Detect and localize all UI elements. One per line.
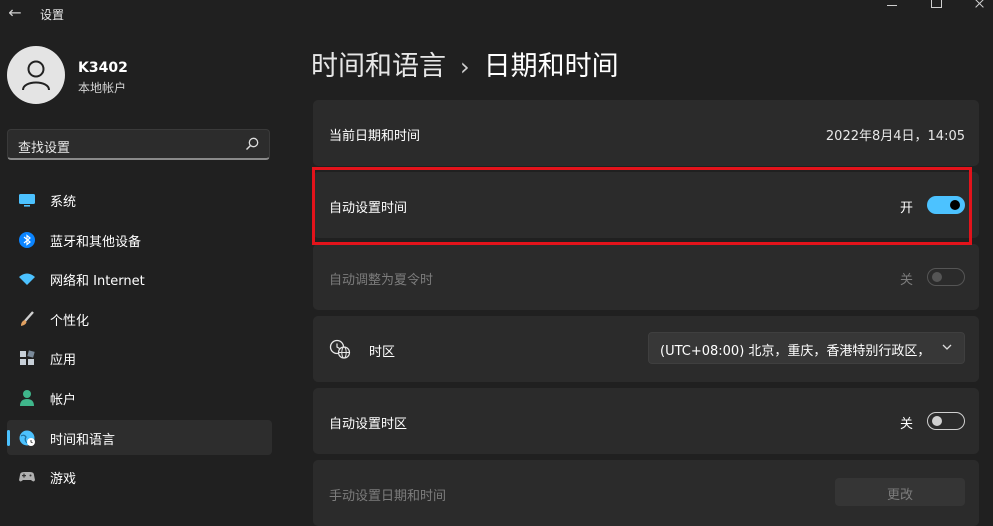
manual-datetime-card: 手动设置日期和时间 更改 — [313, 460, 979, 526]
sidebar-item-accounts[interactable]: 帐户 — [7, 380, 272, 415]
timezone-value: (UTC+08:00) 北京，重庆，香港特别行政区， — [660, 344, 931, 359]
wifi-icon — [19, 273, 35, 286]
breadcrumb-parent[interactable]: 时间和语言 — [311, 51, 446, 82]
timezone-label: 时区 — [369, 345, 396, 360]
title-bar: ← 设置 — [0, 0, 993, 28]
search-icon[interactable] — [245, 137, 259, 151]
sidebar-item-label: 系统 — [50, 195, 77, 210]
person-icon — [20, 389, 34, 406]
dst-card: 自动调整为夏令时 关 — [313, 244, 979, 310]
monitor-icon — [19, 194, 35, 207]
chevron-down-icon — [942, 344, 952, 350]
user-name: K3402 — [78, 60, 128, 76]
app-title: 设置 — [40, 8, 65, 22]
maximize-button[interactable] — [922, 0, 952, 14]
gamepad-icon — [19, 472, 35, 482]
sidebar-item-apps[interactable]: 应用 — [7, 340, 272, 375]
bluetooth-icon — [19, 231, 35, 248]
sidebar-nav: 系统 蓝牙和其他设备 网络和 Internet 个性化 应用 帐户 时间和语言 … — [7, 182, 272, 499]
highlight-box — [312, 167, 972, 245]
sidebar-item-label: 蓝牙和其他设备 — [50, 234, 142, 250]
globe-clock-icon — [19, 430, 35, 446]
page-title: 日期和时间 — [483, 51, 619, 82]
account-type: 本地帐户 — [78, 81, 127, 95]
sidebar-item-gaming[interactable]: 游戏 — [7, 459, 272, 494]
search-input[interactable]: 查找设置 — [7, 129, 270, 160]
dst-toggle[interactable] — [927, 268, 965, 286]
manual-datetime-label: 手动设置日期和时间 — [329, 489, 447, 504]
auto-timezone-toggle[interactable] — [927, 412, 965, 430]
timezone-dropdown[interactable]: (UTC+08:00) 北京，重庆，香港特别行政区， — [648, 332, 965, 364]
sidebar-item-time-language[interactable]: 时间和语言 — [7, 419, 272, 455]
back-button[interactable]: ← — [6, 4, 24, 22]
sidebar-item-network[interactable]: 网络和 Internet — [7, 261, 272, 296]
person-icon — [22, 60, 50, 91]
current-datetime-card: 当前日期和时间 2022年8月4日，14:05 — [313, 100, 979, 166]
sidebar-item-label: 时间和语言 — [50, 432, 116, 448]
change-button-label: 更改 — [886, 488, 913, 503]
close-button[interactable] — [966, 0, 993, 14]
sidebar-item-personalization[interactable]: 个性化 — [7, 301, 272, 336]
sidebar-item-label: 个性化 — [50, 313, 90, 329]
avatar[interactable] — [7, 46, 65, 104]
auto-timezone-state: 关 — [899, 417, 913, 432]
apps-icon — [20, 350, 35, 366]
current-datetime-label: 当前日期和时间 — [329, 129, 421, 144]
sidebar-item-label: 应用 — [50, 353, 77, 369]
auto-timezone-label: 自动设置时区 — [329, 417, 408, 432]
sidebar-item-label: 网络和 Internet — [50, 274, 145, 290]
breadcrumb-separator: › — [460, 53, 470, 81]
sidebar-item-bluetooth[interactable]: 蓝牙和其他设备 — [7, 222, 272, 257]
minimize-button[interactable] — [878, 0, 908, 14]
sidebar-item-label: 帐户 — [50, 392, 77, 408]
timezone-icon — [329, 339, 351, 359]
breadcrumb: 时间和语言 › 日期和时间 — [311, 44, 619, 83]
auto-timezone-card: 自动设置时区 关 — [313, 388, 979, 454]
sidebar-item-system[interactable]: 系统 — [7, 182, 272, 217]
dst-label: 自动调整为夏令时 — [329, 273, 434, 288]
change-button[interactable]: 更改 — [835, 478, 965, 506]
timezone-card: 时区 (UTC+08:00) 北京，重庆，香港特别行政区， — [313, 316, 979, 382]
search-placeholder: 查找设置 — [18, 141, 71, 156]
dst-state: 关 — [899, 273, 913, 288]
current-datetime-value: 2022年8月4日，14:05 — [825, 129, 965, 144]
sidebar-item-label: 游戏 — [50, 472, 77, 488]
brush-icon — [21, 310, 34, 326]
